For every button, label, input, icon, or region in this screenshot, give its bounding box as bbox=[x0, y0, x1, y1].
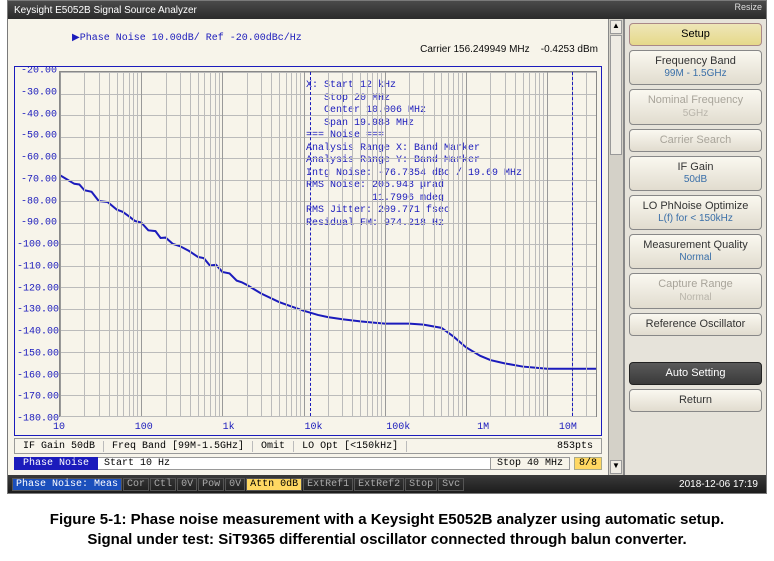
x-tick: 1k bbox=[223, 422, 235, 433]
attn-status[interactable]: Attn 0dB bbox=[246, 478, 302, 491]
y-tick: -160.00 bbox=[17, 370, 57, 381]
y-tick: -40.00 bbox=[17, 109, 57, 120]
status-cell-0v[interactable]: 0V bbox=[225, 478, 245, 491]
side-button-sub: Normal bbox=[632, 252, 759, 264]
side-button-sub: Normal bbox=[632, 292, 759, 304]
stop-freq: Stop 40 MHz bbox=[491, 457, 570, 470]
status-cell-extref2[interactable]: ExtRef2 bbox=[354, 478, 404, 491]
y-tick: -120.00 bbox=[17, 283, 57, 294]
plot-header: ▶Phase Noise 10.00dB/ Ref -20.00dBc/Hz C… bbox=[8, 19, 608, 66]
y-tick: -30.00 bbox=[17, 87, 57, 98]
points-readout: 853pts bbox=[549, 441, 601, 452]
y-tick: -60.00 bbox=[17, 153, 57, 164]
mode-badge: Phase Noise bbox=[14, 457, 98, 470]
side-button-sub: 5GHz bbox=[632, 108, 759, 120]
status-cell-svc[interactable]: Svc bbox=[438, 478, 464, 491]
side-button-auto-setting[interactable]: Auto Setting bbox=[629, 362, 762, 385]
band-marker[interactable] bbox=[310, 72, 311, 416]
status-row-settings: IF Gain 50dB Freq Band [99M-1.5GHz] Omit… bbox=[14, 438, 602, 454]
band-marker[interactable] bbox=[572, 72, 573, 416]
resize-label[interactable]: Resize bbox=[734, 2, 762, 12]
omit-readout: Omit bbox=[253, 441, 294, 452]
y-tick: -50.00 bbox=[17, 131, 57, 142]
plot-area: ▶Phase Noise 10.00dB/ Ref -20.00dBc/Hz C… bbox=[8, 19, 608, 475]
bottom-status-bar: Phase Noise: Meas CorCtl0VPow0V Attn 0dB… bbox=[8, 475, 766, 493]
side-button-measurement-quality[interactable]: Measurement QualityNormal bbox=[629, 234, 762, 269]
y-tick: -110.00 bbox=[17, 261, 57, 272]
side-button-setup[interactable]: Setup bbox=[629, 23, 762, 46]
x-tick: 10 bbox=[53, 422, 65, 433]
plot-scale-label: ▶Phase Noise 10.00dB/ Ref -20.00dBc/Hz bbox=[72, 33, 302, 44]
status-rows: IF Gain 50dB Freq Band [99M-1.5GHz] Omit… bbox=[14, 438, 602, 471]
side-button-lo-phnoise-optimize[interactable]: LO PhNoise OptimizeL(f) for < 150kHz bbox=[629, 195, 762, 230]
vertical-scrollbar[interactable]: ▲ ▼ bbox=[608, 19, 624, 475]
freqband-readout: Freq Band [99M-1.5GHz] bbox=[104, 441, 253, 452]
x-tick: 10M bbox=[559, 422, 577, 433]
status-cell-ctl[interactable]: Ctl bbox=[150, 478, 176, 491]
side-button-sub: L(f) for < 150kHz bbox=[632, 213, 759, 225]
chart-grid: X: Start 12 kHz Stop 20 MHz Center 10.00… bbox=[59, 71, 597, 417]
y-tick: -150.00 bbox=[17, 348, 57, 359]
x-tick: 100 bbox=[135, 422, 153, 433]
window-titlebar[interactable]: Keysight E5052B Signal Source Analyzer R… bbox=[8, 1, 766, 19]
figure-caption: Figure 5-1: Phase noise measurement with… bbox=[30, 510, 744, 551]
y-tick: -180.00 bbox=[17, 414, 57, 425]
page-indicator: 8/8 bbox=[574, 457, 602, 470]
datetime-readout: 2018-12-06 17:19 bbox=[679, 479, 762, 490]
status-cell-extref1[interactable]: ExtRef1 bbox=[303, 478, 353, 491]
side-button-carrier-search: Carrier Search bbox=[629, 129, 762, 152]
side-button-sub: 50dB bbox=[632, 174, 759, 186]
x-tick: 10k bbox=[304, 422, 322, 433]
y-tick: -20.00 bbox=[17, 66, 57, 77]
y-tick: -170.00 bbox=[17, 392, 57, 403]
side-panel: Setup Frequency Band99M - 1.5GHz Nominal F… bbox=[624, 19, 766, 475]
ifgain-readout: IF Gain 50dB bbox=[15, 441, 104, 452]
carrier-readout: Carrier 156.249949 MHz -0.4253 dBm bbox=[420, 44, 598, 55]
scroll-down-arrow[interactable]: ▼ bbox=[610, 460, 622, 474]
x-tick: 100k bbox=[386, 422, 410, 433]
y-tick: -80.00 bbox=[17, 196, 57, 207]
scroll-thumb[interactable] bbox=[610, 35, 622, 155]
status-cell-stop[interactable]: Stop bbox=[405, 478, 437, 491]
side-button-nominal-frequency: Nominal Frequency5GHz bbox=[629, 89, 762, 124]
loopt-readout: LO Opt [<150kHz] bbox=[294, 441, 407, 452]
start-freq: Start 10 Hz bbox=[98, 457, 491, 470]
side-button-sub: 99M - 1.5GHz bbox=[632, 68, 759, 80]
status-cell-pow[interactable]: Pow bbox=[198, 478, 224, 491]
y-tick: -90.00 bbox=[17, 218, 57, 229]
x-tick: 1M bbox=[477, 422, 489, 433]
chart[interactable]: X: Start 12 kHz Stop 20 MHz Center 10.00… bbox=[14, 66, 602, 436]
side-button-if-gain[interactable]: IF Gain50dB bbox=[629, 156, 762, 191]
side-button-reference-oscillator[interactable]: Reference Oscillator bbox=[629, 313, 762, 336]
y-tick: -70.00 bbox=[17, 174, 57, 185]
side-button-return[interactable]: Return bbox=[629, 389, 762, 412]
window-title: Keysight E5052B Signal Source Analyzer bbox=[14, 5, 197, 16]
side-button-capture-range: Capture RangeNormal bbox=[629, 273, 762, 308]
y-tick: -130.00 bbox=[17, 305, 57, 316]
y-tick: -100.00 bbox=[17, 240, 57, 251]
meas-status[interactable]: Phase Noise: Meas bbox=[12, 478, 122, 491]
status-cell-0v[interactable]: 0V bbox=[177, 478, 197, 491]
instrument-window: Keysight E5052B Signal Source Analyzer R… bbox=[7, 0, 767, 494]
y-tick: -140.00 bbox=[17, 327, 57, 338]
status-row-sweep: Phase Noise Start 10 Hz Stop 40 MHz 8/8 bbox=[14, 455, 602, 471]
scroll-up-arrow[interactable]: ▲ bbox=[610, 20, 622, 34]
status-cell-cor[interactable]: Cor bbox=[123, 478, 149, 491]
side-button-frequency-band[interactable]: Frequency Band99M - 1.5GHz bbox=[629, 50, 762, 85]
